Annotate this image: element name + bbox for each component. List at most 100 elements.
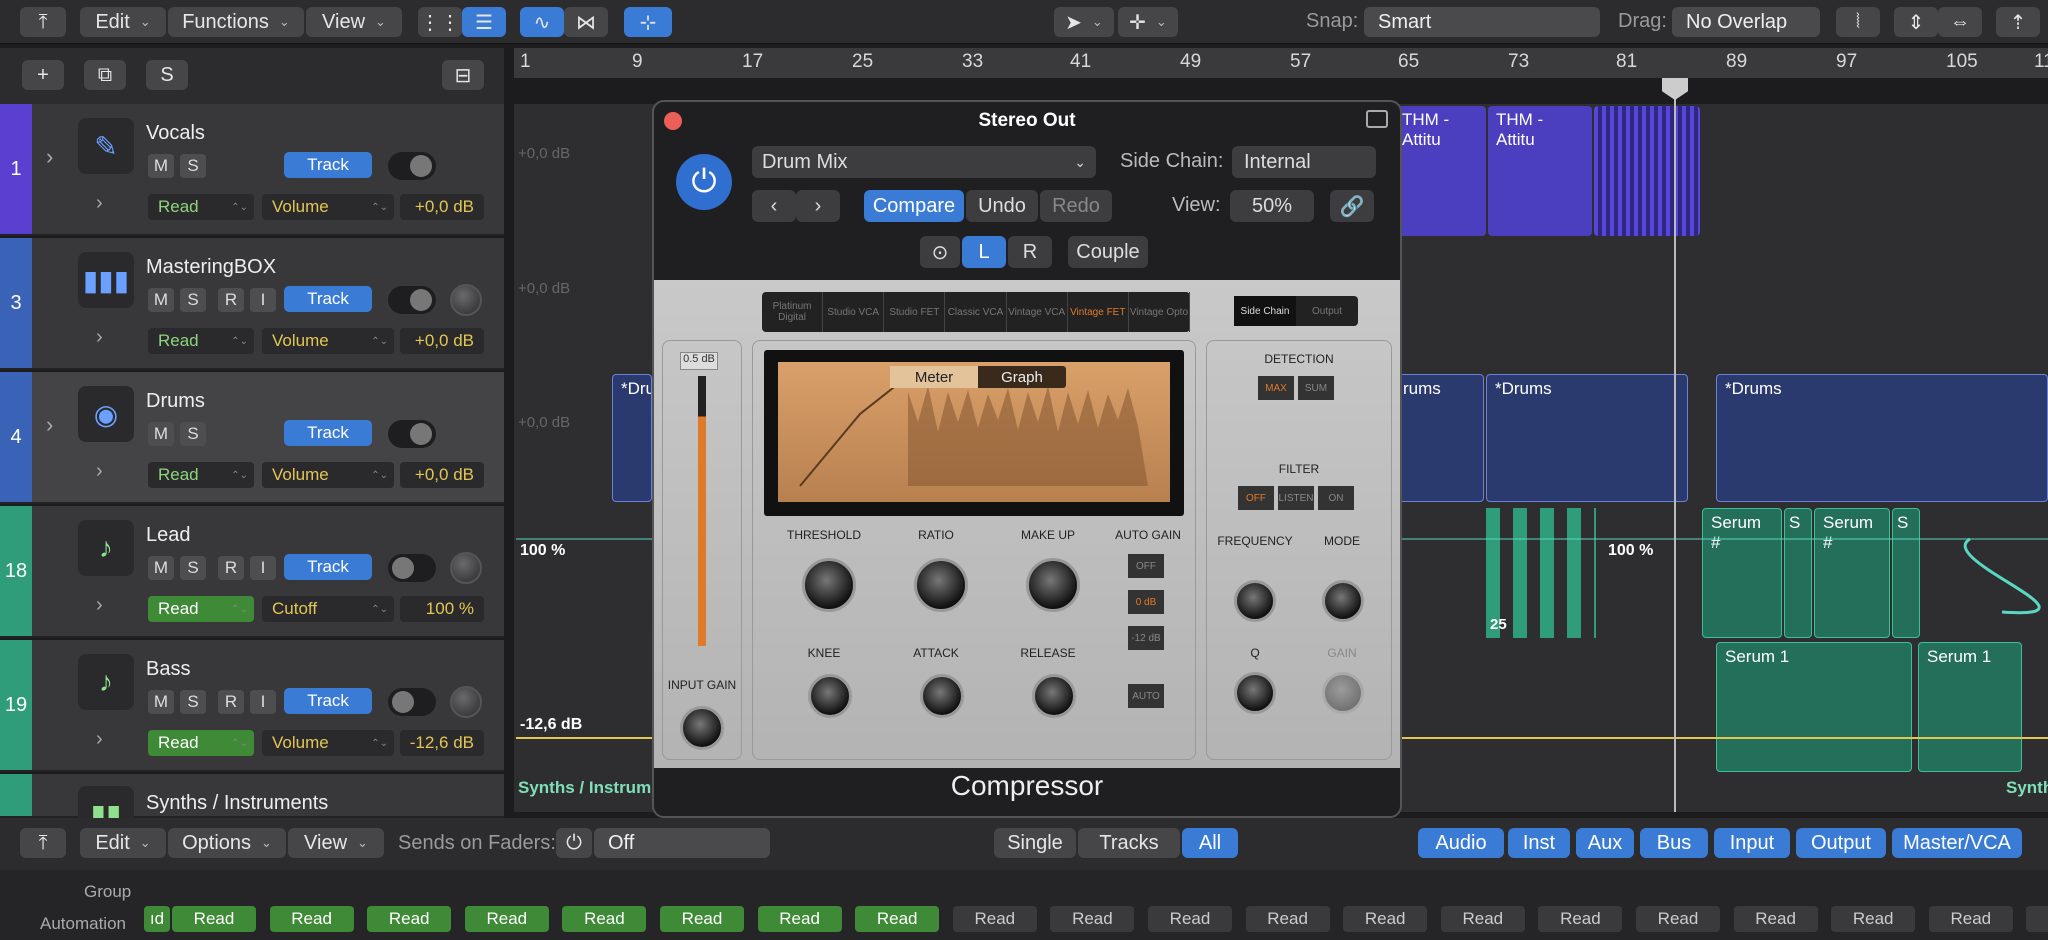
meter-tab[interactable]: Meter	[890, 366, 978, 388]
filter-listen-button[interactable]: LISTEN	[1278, 486, 1314, 510]
mixer-automation-mode[interactable]: Read	[269, 906, 354, 932]
expand-icon[interactable]: ›	[96, 192, 103, 215]
automation-value[interactable]: +0,0 dB	[400, 462, 484, 488]
track-button[interactable]: Track	[284, 420, 372, 446]
mixer-up-button[interactable]: ⤒	[20, 828, 66, 858]
release-knob[interactable]	[1032, 674, 1076, 718]
global-solo-button[interactable]: S	[146, 60, 188, 90]
mixer-automation-mode[interactable]: Read	[1831, 906, 1916, 932]
functions-menu[interactable]: Functions ⌄	[168, 7, 304, 37]
disclosure-icon[interactable]: ›	[46, 144, 53, 170]
vertical-zoom-button[interactable]: ⇕	[1894, 7, 1938, 37]
track-header[interactable]: 19 ♪ Bass MSRI Track › Read Volume-12,6 dB	[0, 640, 504, 772]
mute-button[interactable]: M	[148, 154, 174, 178]
pan-knob[interactable]	[450, 552, 482, 584]
input-monitor-button[interactable]: I	[250, 690, 276, 714]
mixer-automation-mode[interactable]: Read	[1148, 906, 1232, 932]
mixer-automation-mode[interactable]: Read	[464, 906, 549, 932]
frequency-knob[interactable]	[1234, 580, 1276, 622]
detection-max-button[interactable]: MAX	[1258, 376, 1294, 400]
mixer-automation-mode[interactable]: Read	[2026, 906, 2048, 932]
single-button[interactable]: Single	[994, 828, 1076, 858]
mixer-automation-mode[interactable]: Read	[855, 906, 940, 932]
duplicate-track-button[interactable]: ⧉	[84, 60, 126, 90]
mute-button[interactable]: M	[148, 422, 174, 446]
region-vocals-1[interactable]: THM - Attitu	[1394, 106, 1486, 236]
compressor-model-button[interactable]: Classic VCA	[945, 292, 1007, 332]
record-button[interactable]: R	[218, 556, 244, 580]
list-view-button[interactable]: ☰	[462, 7, 506, 37]
expand-icon[interactable]: ›	[96, 460, 103, 483]
mixer-automation-mode[interactable]: Read	[1733, 906, 1818, 932]
edit-menu[interactable]: Edit ⌄	[80, 7, 166, 37]
region-drums-4[interactable]: *Drums	[1716, 374, 2048, 502]
input-gain-knob[interactable]	[680, 706, 724, 750]
undo-button[interactable]: Undo	[966, 190, 1038, 222]
autogain-12db-button[interactable]: -12 dB	[1128, 626, 1164, 650]
up-arrow-button[interactable]: ⤒	[20, 7, 66, 37]
mixer-options-menu[interactable]: Options ⌄	[168, 828, 286, 858]
mixer-view-menu[interactable]: View ⌄	[288, 828, 384, 858]
expand-icon[interactable]: ›	[96, 326, 103, 349]
automation-param-select[interactable]: Volume	[262, 730, 394, 756]
automation-mode-select[interactable]: Read	[148, 730, 254, 756]
track-toggle[interactable]	[388, 286, 436, 314]
mixer-edit-menu[interactable]: Edit ⌄	[80, 828, 166, 858]
expand-icon[interactable]: ›	[96, 594, 103, 617]
mixer-automation-mode[interactable]: Read	[562, 906, 647, 932]
track-header[interactable]: 1 ✎ Vocals › MS Track › Read Volume+0,0 dB	[0, 104, 504, 236]
region-drums-2[interactable]: rums	[1394, 374, 1484, 502]
collapse-button[interactable]: ⊟	[442, 60, 484, 90]
knee-knob[interactable]	[808, 674, 852, 718]
output-tab[interactable]: Output	[1296, 296, 1358, 326]
track-toggle[interactable]	[388, 420, 436, 448]
next-preset-button[interactable]: ›	[796, 190, 840, 222]
automation-mode-select[interactable]: Read	[148, 596, 254, 622]
prev-preset-button[interactable]: ‹	[752, 190, 796, 222]
bar-ruler[interactable]: 1 9 17 25 33 41 49 57 65 73 81 89 97 105 11	[514, 48, 2048, 78]
mixer-automation-mode[interactable]: Read	[1440, 906, 1525, 932]
mixer-automation-mode[interactable]: Read	[1928, 906, 2013, 932]
ratio-knob[interactable]	[914, 558, 968, 612]
solo-button[interactable]: S	[180, 690, 206, 714]
mixer-automation-mode[interactable]: Read	[1343, 906, 1428, 932]
compressor-model-button[interactable]: Vintage VCA	[1007, 292, 1068, 332]
tracks-button[interactable]: Tracks	[1078, 828, 1180, 858]
grid-view-button[interactable]: ⋮⋮	[418, 7, 462, 37]
autogain-0db-button[interactable]: 0 dB	[1128, 590, 1164, 614]
sends-select[interactable]: Off	[594, 828, 770, 858]
mixer-automation-mode[interactable]: Read	[367, 906, 452, 932]
track-button[interactable]: Track	[284, 554, 372, 580]
compressor-model-button[interactable]: Studio VCA	[823, 292, 885, 332]
automation-value[interactable]: 100 %	[400, 596, 484, 622]
automation-param-select[interactable]: Volume	[262, 194, 394, 220]
input-monitor-button[interactable]: I	[250, 556, 276, 580]
horizontal-zoom-button[interactable]: ⇔	[1938, 7, 1982, 37]
region-vocals-stack[interactable]	[1594, 106, 1700, 236]
mixer-automation-mode[interactable]: Read	[952, 906, 1037, 932]
mixer-automation-mode[interactable]: Read	[1245, 906, 1330, 932]
all-button[interactable]: All	[1182, 828, 1238, 858]
view-zoom-select[interactable]: 50%	[1230, 190, 1314, 222]
region-drums-1[interactable]: *Dru	[612, 374, 652, 502]
automation-value[interactable]: -12,6 dB	[400, 730, 484, 756]
release-auto-button[interactable]: AUTO	[1128, 684, 1164, 708]
compare-button[interactable]: Compare	[864, 190, 964, 222]
mixer-automation-mode[interactable]: Read	[1538, 906, 1623, 932]
makeup-knob[interactable]	[1026, 558, 1080, 612]
pan-knob[interactable]	[450, 686, 482, 718]
automation-param-select[interactable]: Volume	[262, 462, 394, 488]
track-header[interactable]: 18 ♪ Lead MSRI Track › Read Cutoff100 %	[0, 506, 504, 638]
expand-icon[interactable]: ›	[96, 728, 103, 751]
input-monitor-button[interactable]: I	[250, 288, 276, 312]
right-channel-button[interactable]: R	[1008, 236, 1052, 268]
pan-knob[interactable]	[450, 284, 482, 316]
link-button[interactable]: 🔗	[1330, 190, 1374, 222]
power-button[interactable]: ⏻	[676, 154, 732, 210]
automation-param-select[interactable]: Cutoff	[262, 596, 394, 622]
more-button[interactable]: ⇡	[1996, 7, 2040, 37]
catch-button[interactable]: ⊹	[624, 7, 672, 37]
record-button[interactable]: R	[218, 288, 244, 312]
mixer-automation-mode[interactable]: ıd	[144, 906, 170, 932]
mixer-automation-mode[interactable]: Read	[1636, 906, 1720, 932]
